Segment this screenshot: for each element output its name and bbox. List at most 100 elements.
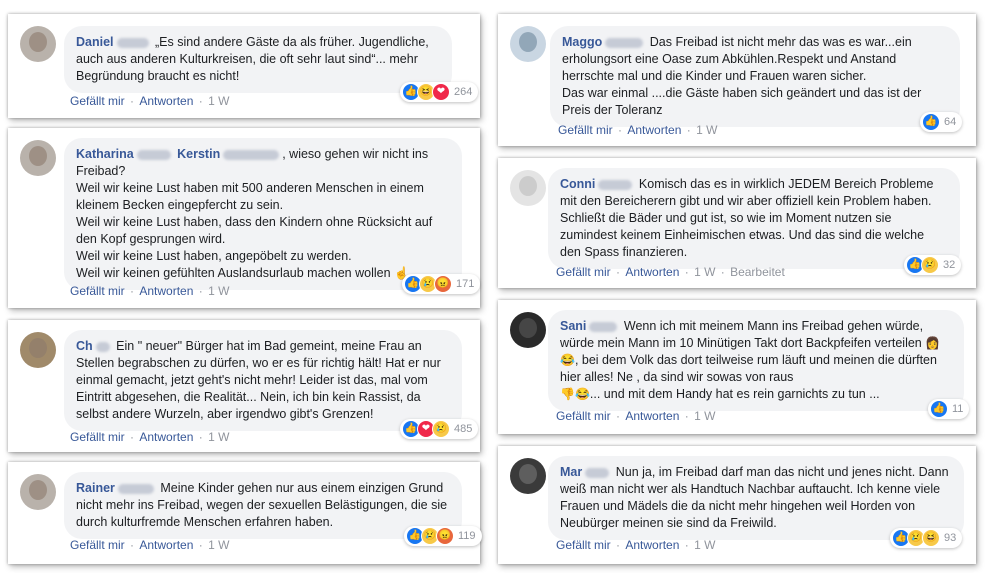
angry-face-icon: 😠 — [434, 275, 452, 293]
reply-link[interactable]: Antworten — [625, 409, 679, 423]
comment-card-1: Daniel „Es sind andere Gäste da als früh… — [8, 14, 480, 118]
sad-face-icon: 😢 — [432, 420, 450, 438]
blurred-name — [598, 179, 633, 190]
reaction-count: 93 — [944, 532, 957, 544]
blurred-name — [116, 37, 149, 48]
reply-link[interactable]: Antworten — [139, 538, 193, 552]
reply-link[interactable]: Antworten — [139, 94, 193, 108]
comment-actions: Gefällt mir · Antworten · 1 W — [558, 123, 718, 137]
edited-label: Bearbeitet — [730, 265, 785, 279]
reply-link[interactable]: Antworten — [627, 123, 681, 137]
reaction-summary[interactable]: 👍 😢 😠 119 — [404, 526, 482, 546]
blurred-name — [95, 341, 110, 352]
comment-line: Das war einmal ....die Gäste haben sich … — [562, 86, 922, 117]
comment-actions: Gefällt mir · Antworten · 1 W — [70, 284, 230, 298]
comment-bubble: Ch Ein " neuer" Bürger hat im Bad gemein… — [64, 330, 462, 431]
like-link[interactable]: Gefällt mir — [556, 409, 611, 423]
like-link[interactable]: Gefällt mir — [70, 538, 125, 552]
reaction-count: 171 — [456, 278, 475, 290]
comment-actions: Gefällt mir · Antworten · 1 W — [70, 94, 230, 108]
reaction-count: 11 — [952, 403, 964, 415]
avatar[interactable] — [20, 140, 56, 176]
author-name[interactable]: Mar — [560, 465, 582, 479]
author-name-2[interactable]: Kerstin — [177, 147, 220, 161]
timestamp[interactable]: 1 W — [208, 284, 229, 298]
blurred-name — [117, 483, 154, 494]
sad-face-icon: 😢 — [921, 256, 939, 274]
blurred-name — [136, 149, 171, 160]
timestamp[interactable]: 1 W — [696, 123, 717, 137]
reply-link[interactable]: Antworten — [139, 284, 193, 298]
comment-line: Weil wir keine Lust haben mit 500 andere… — [76, 181, 424, 212]
comment-actions: Gefällt mir · Antworten · 1 W · Bearbeit… — [556, 265, 785, 279]
author-name[interactable]: Ch — [76, 339, 93, 353]
like-link[interactable]: Gefällt mir — [70, 284, 125, 298]
author-name[interactable]: Conni — [560, 177, 595, 191]
comment-card-3: Ch Ein " neuer" Bürger hat im Bad gemein… — [8, 320, 480, 452]
comment-bubble: Sani Wenn ich mit meinem Mann ins Freiba… — [548, 310, 964, 411]
reaction-summary[interactable]: 👍 😢 😠 171 — [402, 274, 481, 294]
comment-actions: Gefällt mir · Antworten · 1 W — [556, 538, 716, 552]
timestamp[interactable]: 1 W — [694, 265, 715, 279]
blurred-name — [223, 149, 280, 160]
comment-actions: Gefällt mir · Antworten · 1 W — [70, 538, 230, 552]
author-name[interactable]: Sani — [560, 319, 586, 333]
like-link[interactable]: Gefällt mir — [556, 538, 611, 552]
reply-link[interactable]: Antworten — [139, 430, 193, 444]
laughing-face-icon: 😂 — [574, 387, 590, 401]
laughing-face-icon: 😂 — [560, 353, 575, 367]
reply-link[interactable]: Antworten — [625, 538, 679, 552]
author-name[interactable]: Daniel — [76, 35, 114, 49]
avatar[interactable] — [510, 26, 546, 62]
reaction-count: 32 — [943, 259, 956, 271]
reaction-count: 119 — [458, 530, 476, 542]
author-name[interactable]: Rainer — [76, 481, 115, 495]
reaction-summary[interactable]: 👍 11 — [928, 399, 970, 419]
comment-text: Ein " neuer" Bürger hat im Bad gemeint, … — [76, 339, 441, 421]
blurred-name — [605, 37, 644, 48]
comment-card-7: Sani Wenn ich mit meinem Mann ins Freiba… — [498, 300, 976, 434]
avatar[interactable] — [510, 170, 546, 206]
comment-card-2: Katharina Kerstin, wieso gehen wir nicht… — [8, 128, 481, 308]
like-link[interactable]: Gefällt mir — [70, 94, 125, 108]
reaction-summary[interactable]: 👍 😢 😆 93 — [890, 528, 963, 548]
author-name[interactable]: Maggo — [562, 35, 602, 49]
comment-card-6: Conni Komisch das es in wirklich JEDEM B… — [498, 158, 976, 288]
timestamp[interactable]: 1 W — [208, 538, 229, 552]
comment-bubble: Maggo Das Freibad ist nicht mehr das was… — [550, 26, 960, 127]
comment-actions: Gefällt mir · Antworten · 1 W — [556, 409, 716, 423]
blurred-name — [589, 321, 618, 332]
comment-bubble: Conni Komisch das es in wirklich JEDEM B… — [548, 168, 960, 269]
comment-bubble: Katharina Kerstin, wieso gehen wir nicht… — [64, 138, 462, 290]
timestamp[interactable]: 1 W — [694, 538, 715, 552]
comment-line: Weil wir keine Lust haben, angepöbelt zu… — [76, 249, 352, 263]
comment-text-2: , bei dem Volk das dort teilweise rum lä… — [560, 353, 937, 384]
avatar[interactable] — [20, 332, 56, 368]
avatar[interactable] — [20, 474, 56, 510]
comment-card-4: Rainer Meine Kinder gehen nur aus einem … — [8, 462, 482, 564]
avatar[interactable] — [510, 312, 546, 348]
reply-link[interactable]: Antworten — [625, 265, 679, 279]
woman-icon: 👩 — [925, 336, 941, 350]
like-link[interactable]: Gefällt mir — [70, 430, 125, 444]
reaction-summary[interactable]: 👍 😆 ❤ 264 — [400, 82, 479, 102]
like-link[interactable]: Gefällt mir — [556, 265, 611, 279]
laughing-face-icon: 😆 — [922, 529, 940, 547]
angry-face-icon: 😠 — [436, 527, 454, 545]
timestamp[interactable]: 1 W — [694, 409, 715, 423]
reaction-summary[interactable]: 👍 😢 32 — [904, 255, 962, 275]
comment-bubble: Daniel „Es sind andere Gäste da als früh… — [64, 26, 452, 93]
reaction-count: 485 — [454, 423, 473, 435]
comment-text-3: ... und mit dem Handy hat es rein garnic… — [589, 387, 880, 401]
avatar[interactable] — [510, 458, 546, 494]
comment-line: Weil wir keine Lust haben, dass den Kind… — [76, 215, 433, 246]
reaction-summary[interactable]: 👍 64 — [920, 112, 963, 132]
reaction-summary[interactable]: 👍 ❤ 😢 485 — [400, 419, 479, 439]
author-name[interactable]: Katharina — [76, 147, 134, 161]
reaction-count: 64 — [944, 116, 957, 128]
thumbs-down-icon: 👎 — [560, 387, 575, 401]
avatar[interactable] — [20, 26, 56, 62]
timestamp[interactable]: 1 W — [208, 94, 229, 108]
like-link[interactable]: Gefällt mir — [558, 123, 613, 137]
timestamp[interactable]: 1 W — [208, 430, 229, 444]
